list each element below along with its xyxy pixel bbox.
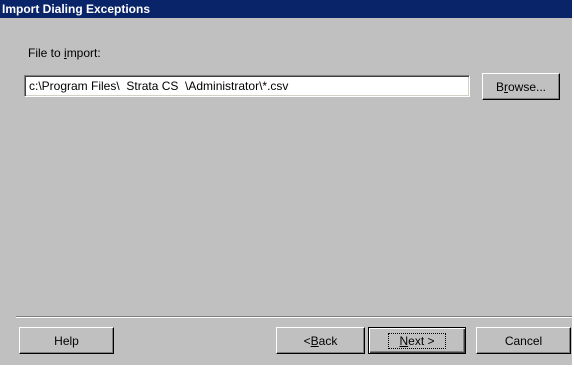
file-to-import-label: File to import: — [28, 46, 101, 60]
browse-button[interactable]: Br owse... — [482, 73, 560, 100]
cancel-button[interactable]: Cancel — [476, 327, 571, 354]
file-path-input[interactable] — [24, 75, 470, 97]
back-button[interactable]: < Back — [276, 327, 365, 354]
next-button[interactable]: Next > — [368, 327, 466, 354]
dialog-title-bar: Import Dialing Exceptions — [0, 0, 572, 18]
help-button[interactable]: Help — [19, 327, 114, 354]
footer-separator — [16, 316, 572, 318]
import-dialing-exceptions-dialog: Import Dialing Exceptions File to import… — [0, 0, 573, 366]
dialog-title: Import Dialing Exceptions — [2, 2, 151, 16]
